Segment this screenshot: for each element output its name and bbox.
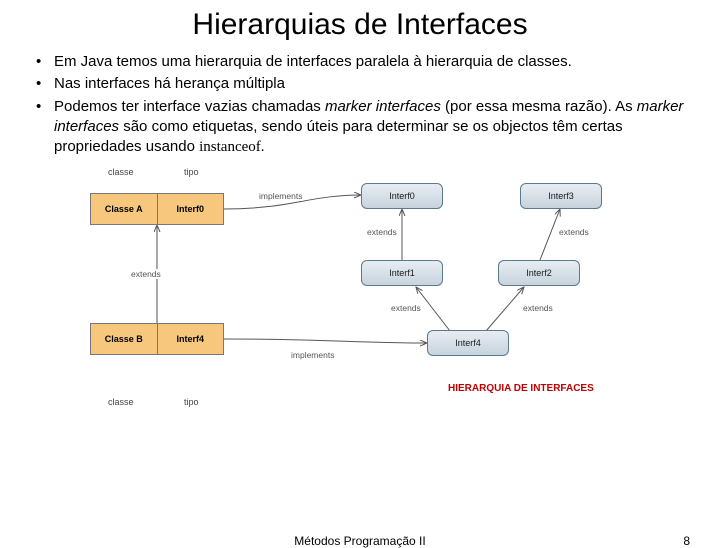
bullet-3-instanceof: instanceof. bbox=[199, 139, 264, 155]
page-number: 8 bbox=[683, 534, 690, 548]
edge-extends-i1i4: extends bbox=[390, 303, 422, 313]
class-box-a: Classe A Interf0 bbox=[90, 193, 224, 225]
col-label-tipo-bottom: tipo bbox=[184, 397, 199, 407]
edge-extends-left: extends bbox=[130, 269, 162, 279]
class-a-tipo: Interf0 bbox=[158, 194, 224, 224]
col-label-tipo-top: tipo bbox=[184, 167, 199, 177]
class-b-name: Classe B bbox=[91, 324, 158, 354]
bullet-3: Podemos ter interface vazias chamadas ma… bbox=[54, 97, 686, 158]
bullet-3-marker1: marker interfaces bbox=[325, 98, 441, 115]
col-label-classe-bottom: classe bbox=[108, 397, 134, 407]
footer-center: Métodos Programação II bbox=[294, 534, 425, 548]
edge-implements-a: implements bbox=[258, 191, 303, 201]
edge-extends-i0i1: extends bbox=[366, 227, 398, 237]
node-interf3: Interf3 bbox=[520, 183, 602, 209]
diagram: classe tipo Classe A Interf0 extends Cla… bbox=[90, 165, 630, 425]
node-interf4: Interf4 bbox=[427, 330, 509, 356]
node-interf2: Interf2 bbox=[498, 260, 580, 286]
bullet-1: Em Java temos uma hierarquia de interfac… bbox=[54, 52, 686, 72]
class-box-b: Classe B Interf4 bbox=[90, 323, 224, 355]
page-title: Hierarquias de Interfaces bbox=[0, 8, 720, 42]
class-b-tipo: Interf4 bbox=[158, 324, 224, 354]
col-label-classe-top: classe bbox=[108, 167, 134, 177]
bullet-3-part1: Podemos ter interface vazias chamadas bbox=[54, 98, 325, 115]
bullet-3-part3: são como etiquetas, sendo úteis para det… bbox=[54, 118, 623, 155]
node-interf0: Interf0 bbox=[361, 183, 443, 209]
node-interf1: Interf1 bbox=[361, 260, 443, 286]
bullet-2: Nas interfaces há herança múltipla bbox=[54, 74, 686, 94]
edge-implements-b: implements bbox=[290, 350, 335, 360]
class-a-name: Classe A bbox=[91, 194, 158, 224]
diagram-caption: HIERARQUIA DE INTERFACES bbox=[448, 383, 594, 394]
edge-extends-i2i4: extends bbox=[522, 303, 554, 313]
bullet-3-part2: (por essa mesma razão). As bbox=[441, 98, 637, 115]
bullet-list: Em Java temos uma hierarquia de interfac… bbox=[0, 52, 720, 157]
edge-extends-i3i2: extends bbox=[558, 227, 590, 237]
